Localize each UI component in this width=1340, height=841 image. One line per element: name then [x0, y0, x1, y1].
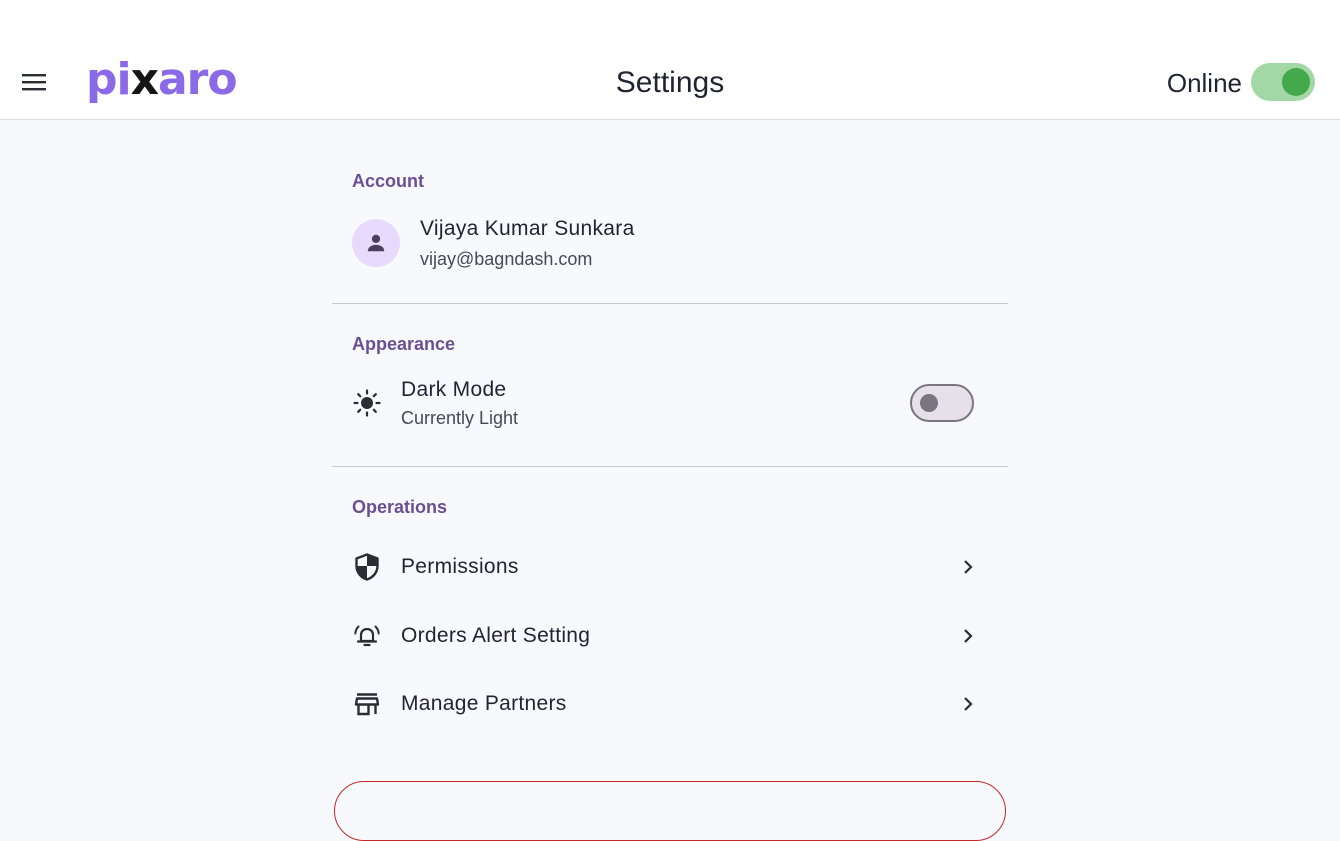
chevron-right-icon: [958, 626, 978, 646]
account-name: Vijaya Kumar Sunkara: [420, 217, 635, 240]
dark-mode-toggle-knob: [920, 394, 938, 412]
chevron-right-icon: [958, 557, 978, 577]
dark-mode-title: Dark Mode: [401, 378, 507, 401]
online-toggle-knob: [1282, 68, 1310, 96]
logo-part-1: pi: [86, 54, 132, 105]
manage-partners-row[interactable]: Manage Partners: [332, 671, 1008, 737]
logout-button[interactable]: [334, 781, 1006, 841]
dark-mode-subtitle: Currently Light: [401, 408, 519, 428]
person-icon: [367, 234, 385, 252]
account-row[interactable]: Vijaya Kumar Sunkara vijay@bagndash.com: [332, 193, 1008, 293]
account-email: vijay@bagndash.com: [420, 249, 593, 269]
app-bar: pixaro Settings Online: [0, 0, 1340, 120]
avatar: [352, 219, 400, 267]
manage-partners-label: Manage Partners: [401, 692, 567, 715]
section-title-account: Account: [352, 171, 424, 191]
orders-alert-setting-label: Orders Alert Setting: [401, 624, 591, 647]
online-status-label: Online: [1166, 68, 1242, 98]
alarm-bell-icon: [352, 621, 382, 651]
dark-mode-row[interactable]: Dark Mode Currently Light: [332, 356, 1008, 456]
logo-part-3: aro: [157, 54, 238, 105]
chevron-right-icon: [958, 694, 978, 714]
orders-alert-setting-row[interactable]: Orders Alert Setting: [332, 601, 1008, 671]
permissions-label: Permissions: [401, 555, 519, 578]
sun-icon: [352, 388, 382, 418]
online-status-toggle[interactable]: [1251, 63, 1315, 101]
dark-mode-toggle[interactable]: [910, 384, 974, 422]
logo-part-2: x: [130, 54, 159, 105]
app-logo[interactable]: pixaro: [86, 54, 238, 106]
section-title-appearance: Appearance: [352, 334, 456, 354]
shield-icon: [352, 552, 382, 582]
section-title-operations: Operations: [352, 497, 448, 517]
permissions-row[interactable]: Permissions: [332, 533, 1008, 601]
menu-icon: [22, 74, 46, 91]
settings-list: Account Vijaya Kumar Sunkara vijay@bagnd…: [332, 121, 1008, 737]
menu-button[interactable]: [14, 62, 54, 102]
store-icon: [352, 689, 382, 719]
